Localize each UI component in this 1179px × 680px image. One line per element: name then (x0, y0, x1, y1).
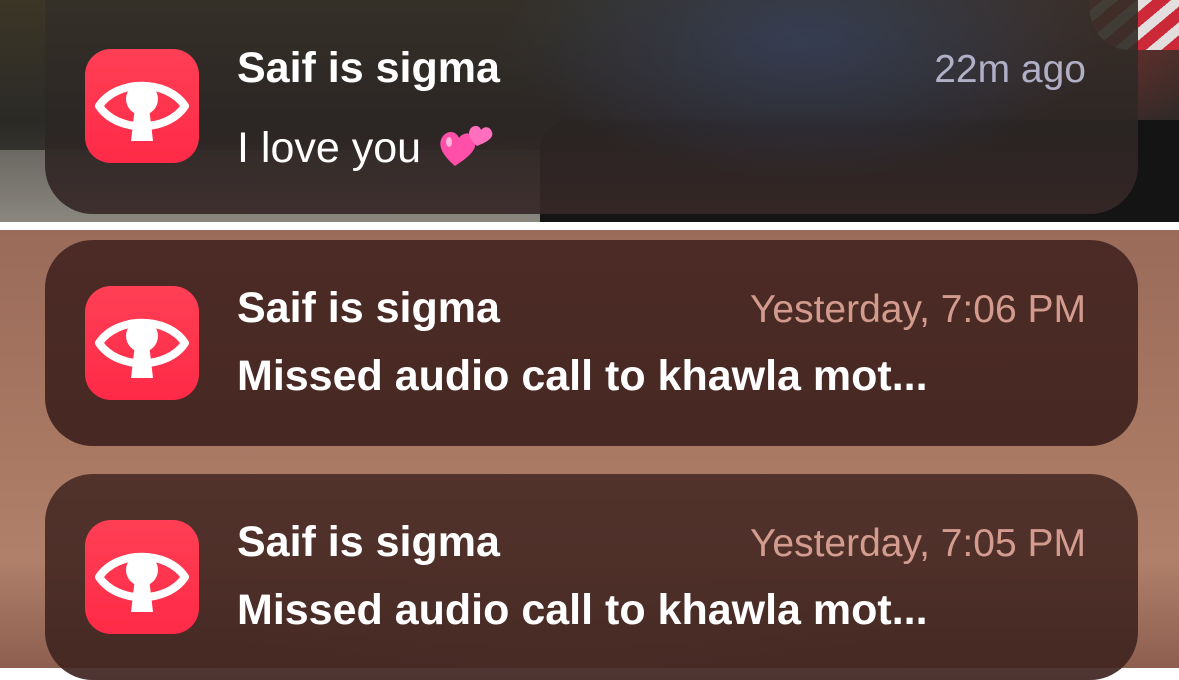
notification-message-row: I love you (237, 116, 495, 173)
notification-time: Yesterday, 7:06 PM (749, 288, 1086, 331)
notification-card[interactable]: Saif is sigma 22m ago I love you (45, 0, 1138, 214)
screenshot-separator (0, 222, 1179, 230)
notification-card[interactable]: Saif is sigma Yesterday, 7:06 PM Missed … (45, 240, 1138, 446)
notification-time: Yesterday, 7:05 PM (749, 522, 1086, 565)
eye-keyhole-icon (85, 520, 199, 634)
notification-message: I love you (237, 124, 422, 172)
notification-sender: Saif is sigma (237, 518, 500, 566)
notification-time: 22m ago (934, 48, 1086, 91)
notification-sender: Saif is sigma (237, 44, 500, 92)
eye-keyhole-icon (85, 49, 199, 163)
eye-keyhole-icon (85, 286, 199, 400)
two-hearts-icon (437, 116, 495, 168)
notification-message: Missed audio call to khawla mot... (237, 586, 928, 634)
notification-message: Missed audio call to khawla mot... (237, 352, 928, 400)
notification-card[interactable]: Saif is sigma Yesterday, 7:05 PM Missed … (45, 474, 1138, 680)
notification-sender: Saif is sigma (237, 284, 500, 332)
